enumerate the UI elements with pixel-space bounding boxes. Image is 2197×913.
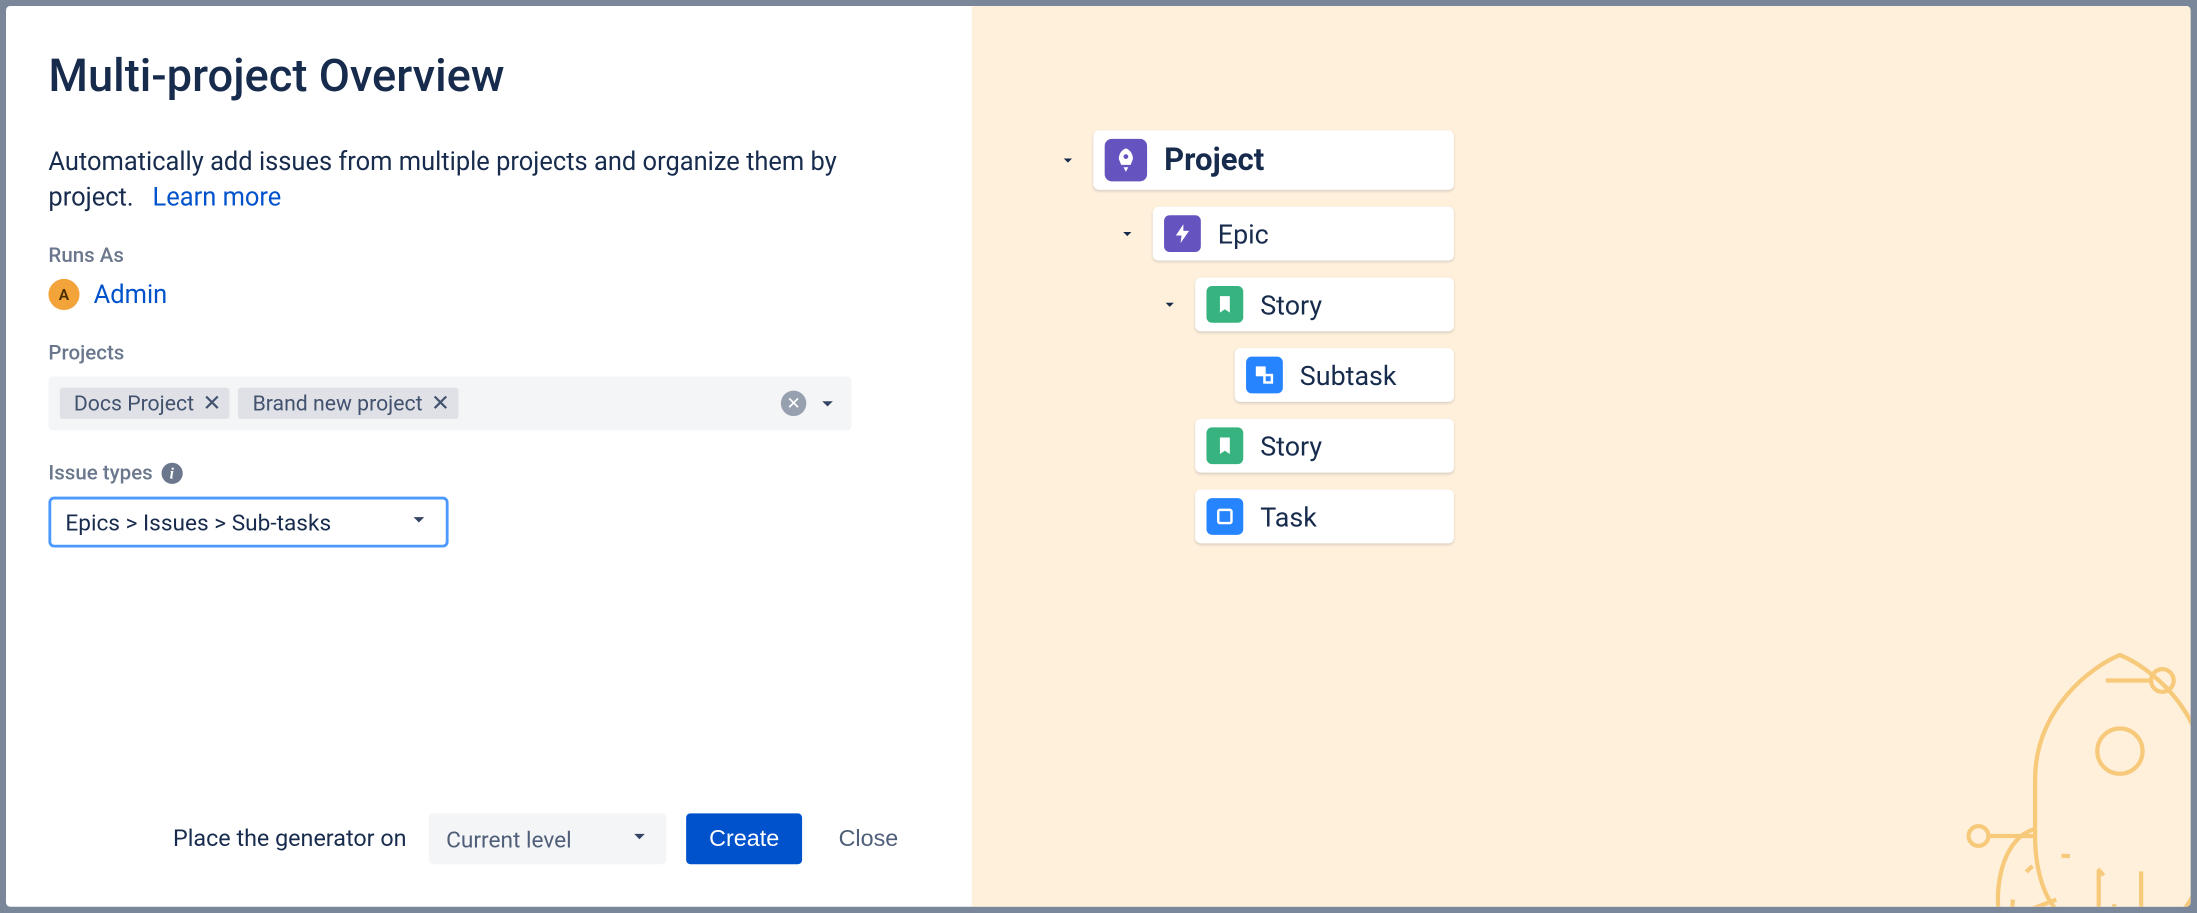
chip-label: Docs Project [74, 391, 194, 416]
caret-down-icon[interactable] [1116, 224, 1139, 244]
caret-down-icon[interactable] [1158, 294, 1181, 314]
footer: Place the generator on Current level Cre… [48, 814, 915, 865]
learn-more-link[interactable]: Learn more [153, 183, 282, 213]
caret-down-icon[interactable] [1057, 150, 1080, 170]
runs-as-label: Runs As [48, 244, 915, 268]
place-generator-value: Current level [446, 826, 571, 853]
epic-icon [1164, 215, 1201, 252]
projects-label: Projects [48, 342, 915, 366]
issue-types-label: Issue types i [48, 462, 915, 486]
info-icon[interactable]: i [161, 463, 182, 484]
story-icon [1206, 427, 1243, 464]
close-button[interactable]: Close [822, 814, 916, 865]
tree-card-story[interactable]: Story [1195, 277, 1454, 331]
chevron-down-icon [627, 824, 652, 855]
story-icon [1206, 286, 1243, 323]
tree-row-task: Task [1195, 490, 2191, 544]
tree-label: Project [1164, 142, 1264, 177]
tree-label: Subtask [1300, 359, 1397, 392]
projects-input[interactable]: Docs Project ✕ Brand new project ✕ ✕ [48, 377, 851, 431]
right-pane: Project Epic Story [972, 6, 2191, 907]
chip-remove-icon[interactable]: ✕ [431, 393, 450, 416]
clear-all-icon[interactable]: ✕ [781, 391, 806, 416]
left-pane: Multi-project Overview Automatically add… [6, 6, 972, 907]
tree-card-epic[interactable]: Epic [1153, 207, 1454, 261]
tree-row-story: Story [1158, 277, 2191, 331]
project-chip: Brand new project ✕ [238, 388, 458, 419]
place-generator-label: Place the generator on [173, 826, 407, 853]
avatar: A [48, 279, 79, 310]
tree-row-epic: Epic [1116, 207, 2191, 261]
rocket-deco-icon [1936, 638, 2191, 907]
tree-label: Epic [1218, 217, 1269, 250]
issue-types-value: Epics > Issues > Sub-tasks [65, 509, 331, 536]
tree-row-story2: Story [1195, 419, 2191, 473]
dialog: Multi-project Overview Automatically add… [6, 6, 2191, 907]
runs-as-row: A Admin [48, 279, 915, 310]
create-button[interactable]: Create [687, 814, 802, 865]
chip-remove-icon[interactable]: ✕ [203, 393, 222, 416]
tree-row-subtask: Subtask [1235, 348, 2191, 402]
tree-label: Task [1260, 500, 1317, 533]
subtask-icon [1246, 357, 1283, 394]
task-icon [1206, 498, 1243, 535]
tree-row-project: Project [1057, 130, 2191, 189]
issue-types-select[interactable]: Epics > Issues > Sub-tasks [48, 497, 448, 548]
page-title: Multi-project Overview [48, 48, 915, 102]
runs-as-user-link[interactable]: Admin [94, 280, 168, 310]
tree-label: Story [1260, 288, 1322, 321]
place-generator-select[interactable]: Current level [429, 814, 667, 865]
chevron-down-icon[interactable] [815, 391, 840, 416]
project-chip: Docs Project ✕ [60, 388, 230, 419]
chevron-down-icon [406, 507, 431, 538]
tree-card-story[interactable]: Story [1195, 419, 1454, 473]
tree-card-project[interactable]: Project [1093, 130, 1454, 189]
tree-card-task[interactable]: Task [1195, 490, 1454, 544]
tree-label: Story [1260, 429, 1322, 462]
rocket-icon [1105, 139, 1147, 181]
chip-label: Brand new project [253, 391, 423, 416]
tree-card-subtask[interactable]: Subtask [1235, 348, 1454, 402]
description: Automatically add issues from multiple p… [48, 145, 915, 216]
issue-types-label-text: Issue types [48, 462, 152, 486]
